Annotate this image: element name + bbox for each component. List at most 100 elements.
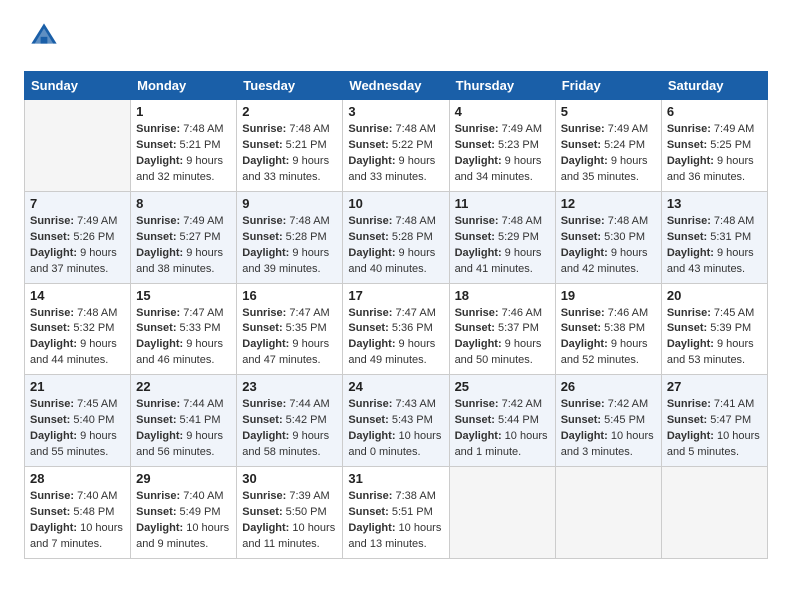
day-info: Sunrise: 7:48 AMSunset: 5:30 PMDaylight:… xyxy=(561,214,656,278)
day-info: Sunrise: 7:42 AMSunset: 5:44 PMDaylight:… xyxy=(455,397,550,461)
calendar-day-cell: 28 Sunrise: 7:40 AMSunset: 5:48 PMDayligh… xyxy=(25,467,131,559)
day-number: 10 xyxy=(348,196,443,211)
day-info: Sunrise: 7:43 AMSunset: 5:43 PMDaylight:… xyxy=(348,397,443,461)
calendar-day-cell xyxy=(555,467,661,559)
day-info: Sunrise: 7:45 AMSunset: 5:40 PMDaylight:… xyxy=(30,397,125,461)
calendar-day-cell: 17 Sunrise: 7:47 AMSunset: 5:36 PMDayligh… xyxy=(343,283,449,375)
day-number: 3 xyxy=(348,104,443,119)
day-info: Sunrise: 7:49 AMSunset: 5:27 PMDaylight:… xyxy=(136,214,231,278)
day-info: Sunrise: 7:47 AMSunset: 5:35 PMDaylight:… xyxy=(242,306,337,370)
calendar-day-cell xyxy=(25,100,131,192)
day-number: 19 xyxy=(561,288,656,303)
day-info: Sunrise: 7:47 AMSunset: 5:33 PMDaylight:… xyxy=(136,306,231,370)
day-info: Sunrise: 7:49 AMSunset: 5:24 PMDaylight:… xyxy=(561,122,656,186)
day-number: 7 xyxy=(30,196,125,211)
weekday-header: Thursday xyxy=(449,72,555,100)
day-info: Sunrise: 7:39 AMSunset: 5:50 PMDaylight:… xyxy=(242,489,337,553)
day-info: Sunrise: 7:42 AMSunset: 5:45 PMDaylight:… xyxy=(561,397,656,461)
calendar-week-row: 1Sunrise: 7:48 AMSunset: 5:21 PMDaylight… xyxy=(25,100,768,192)
day-number: 17 xyxy=(348,288,443,303)
calendar-day-cell: 18 Sunrise: 7:46 AMSunset: 5:37 PMDayligh… xyxy=(449,283,555,375)
weekday-header: Tuesday xyxy=(237,72,343,100)
calendar-day-cell: 27 Sunrise: 7:41 AMSunset: 5:47 PMDayligh… xyxy=(661,375,767,467)
day-number: 12 xyxy=(561,196,656,211)
calendar-day-cell: 8 Sunrise: 7:49 AMSunset: 5:27 PMDaylight… xyxy=(131,191,237,283)
day-info: Sunrise: 7:44 AMSunset: 5:42 PMDaylight:… xyxy=(242,397,337,461)
calendar-day-cell: 26 Sunrise: 7:42 AMSunset: 5:45 PMDayligh… xyxy=(555,375,661,467)
day-info: Sunrise: 7:49 AMSunset: 5:23 PMDaylight:… xyxy=(455,122,550,186)
calendar-day-cell xyxy=(661,467,767,559)
day-info: Sunrise: 7:46 AMSunset: 5:37 PMDaylight:… xyxy=(455,306,550,370)
calendar-header-row: SundayMondayTuesdayWednesdayThursdayFrid… xyxy=(25,72,768,100)
day-info: Sunrise: 7:48 AMSunset: 5:28 PMDaylight:… xyxy=(242,214,337,278)
day-number: 9 xyxy=(242,196,337,211)
weekday-header: Sunday xyxy=(25,72,131,100)
calendar-day-cell: 30 Sunrise: 7:39 AMSunset: 5:50 PMDayligh… xyxy=(237,467,343,559)
day-number: 2 xyxy=(242,104,337,119)
weekday-header: Wednesday xyxy=(343,72,449,100)
day-number: 6 xyxy=(667,104,762,119)
day-number: 15 xyxy=(136,288,231,303)
day-info: Sunrise: 7:48 AMSunset: 5:21 PMDaylight:… xyxy=(242,122,337,186)
day-info: Sunrise: 7:49 AMSunset: 5:25 PMDaylight:… xyxy=(667,122,762,186)
calendar-day-cell: 25 Sunrise: 7:42 AMSunset: 5:44 PMDayligh… xyxy=(449,375,555,467)
day-info: Sunrise: 7:40 AMSunset: 5:49 PMDaylight:… xyxy=(136,489,231,553)
day-info: Sunrise: 7:47 AMSunset: 5:36 PMDaylight:… xyxy=(348,306,443,370)
calendar-day-cell: 2 Sunrise: 7:48 AMSunset: 5:21 PMDaylight… xyxy=(237,100,343,192)
calendar-day-cell: 29 Sunrise: 7:40 AMSunset: 5:49 PMDayligh… xyxy=(131,467,237,559)
day-info: Sunrise: 7:49 AMSunset: 5:26 PMDaylight:… xyxy=(30,214,125,278)
day-number: 30 xyxy=(242,471,337,486)
day-number: 20 xyxy=(667,288,762,303)
day-info: Sunrise: 7:48 AMSunset: 5:31 PMDaylight:… xyxy=(667,214,762,278)
day-number: 29 xyxy=(136,471,231,486)
day-number: 13 xyxy=(667,196,762,211)
calendar-day-cell: 19 Sunrise: 7:46 AMSunset: 5:38 PMDayligh… xyxy=(555,283,661,375)
day-number: 23 xyxy=(242,379,337,394)
calendar-day-cell: 13 Sunrise: 7:48 AMSunset: 5:31 PMDayligh… xyxy=(661,191,767,283)
calendar-day-cell: 11 Sunrise: 7:48 AMSunset: 5:29 PMDayligh… xyxy=(449,191,555,283)
day-info: Sunrise: 7:48 AMSunset: 5:32 PMDaylight:… xyxy=(30,306,125,370)
calendar-week-row: 28 Sunrise: 7:40 AMSunset: 5:48 PMDayligh… xyxy=(25,467,768,559)
day-number: 24 xyxy=(348,379,443,394)
calendar-day-cell: 5Sunrise: 7:49 AMSunset: 5:24 PMDaylight… xyxy=(555,100,661,192)
day-number: 21 xyxy=(30,379,125,394)
weekday-header: Monday xyxy=(131,72,237,100)
day-number: 16 xyxy=(242,288,337,303)
day-number: 25 xyxy=(455,379,550,394)
day-info: Sunrise: 7:40 AMSunset: 5:48 PMDaylight:… xyxy=(30,489,125,553)
day-info: Sunrise: 7:46 AMSunset: 5:38 PMDaylight:… xyxy=(561,306,656,370)
day-info: Sunrise: 7:48 AMSunset: 5:28 PMDaylight:… xyxy=(348,214,443,278)
calendar-day-cell: 3Sunrise: 7:48 AMSunset: 5:22 PMDaylight… xyxy=(343,100,449,192)
calendar-day-cell: 7 Sunrise: 7:49 AMSunset: 5:26 PMDaylight… xyxy=(25,191,131,283)
day-info: Sunrise: 7:48 AMSunset: 5:29 PMDaylight:… xyxy=(455,214,550,278)
calendar-day-cell: 20 Sunrise: 7:45 AMSunset: 5:39 PMDayligh… xyxy=(661,283,767,375)
calendar-day-cell: 15 Sunrise: 7:47 AMSunset: 5:33 PMDayligh… xyxy=(131,283,237,375)
page-header xyxy=(24,20,768,57)
logo xyxy=(24,20,60,57)
day-number: 18 xyxy=(455,288,550,303)
weekday-header: Friday xyxy=(555,72,661,100)
weekday-header: Saturday xyxy=(661,72,767,100)
day-info: Sunrise: 7:38 AMSunset: 5:51 PMDaylight:… xyxy=(348,489,443,553)
day-number: 22 xyxy=(136,379,231,394)
calendar-day-cell: 6 Sunrise: 7:49 AMSunset: 5:25 PMDaylight… xyxy=(661,100,767,192)
day-number: 14 xyxy=(30,288,125,303)
day-number: 27 xyxy=(667,379,762,394)
day-info: Sunrise: 7:41 AMSunset: 5:47 PMDaylight:… xyxy=(667,397,762,461)
day-number: 11 xyxy=(455,196,550,211)
calendar-day-cell: 4 Sunrise: 7:49 AMSunset: 5:23 PMDaylight… xyxy=(449,100,555,192)
calendar-week-row: 21 Sunrise: 7:45 AMSunset: 5:40 PMDayligh… xyxy=(25,375,768,467)
calendar-day-cell: 23 Sunrise: 7:44 AMSunset: 5:42 PMDayligh… xyxy=(237,375,343,467)
day-number: 4 xyxy=(455,104,550,119)
day-number: 31 xyxy=(348,471,443,486)
calendar-week-row: 7 Sunrise: 7:49 AMSunset: 5:26 PMDaylight… xyxy=(25,191,768,283)
day-number: 26 xyxy=(561,379,656,394)
day-number: 28 xyxy=(30,471,125,486)
calendar-day-cell: 9 Sunrise: 7:48 AMSunset: 5:28 PMDaylight… xyxy=(237,191,343,283)
day-number: 8 xyxy=(136,196,231,211)
calendar-day-cell: 10 Sunrise: 7:48 AMSunset: 5:28 PMDayligh… xyxy=(343,191,449,283)
calendar-day-cell: 1Sunrise: 7:48 AMSunset: 5:21 PMDaylight… xyxy=(131,100,237,192)
logo-icon xyxy=(28,20,60,52)
day-info: Sunrise: 7:44 AMSunset: 5:41 PMDaylight:… xyxy=(136,397,231,461)
day-info: Sunrise: 7:45 AMSunset: 5:39 PMDaylight:… xyxy=(667,306,762,370)
